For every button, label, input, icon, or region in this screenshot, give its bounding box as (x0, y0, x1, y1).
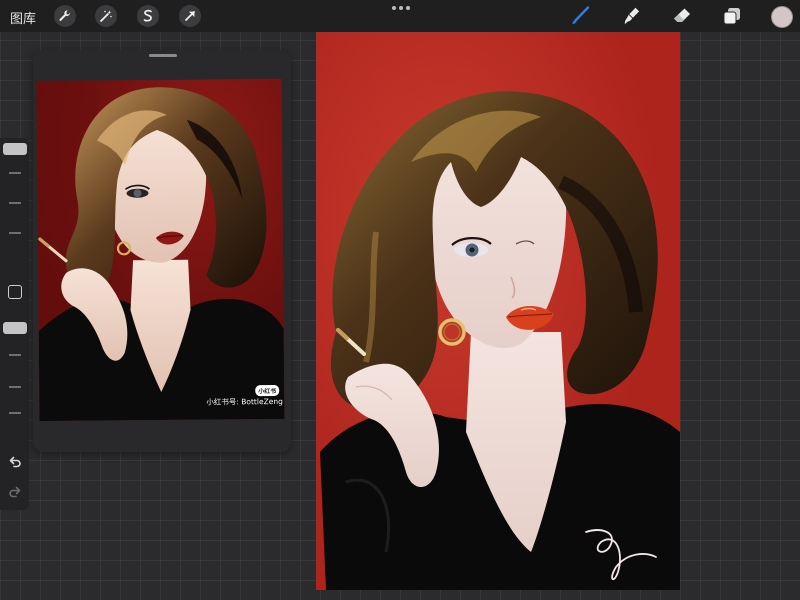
left-sidebar (0, 138, 29, 510)
adjustments-button[interactable] (95, 5, 117, 27)
brush-size-tick (9, 232, 21, 234)
transform-arrow-icon (185, 11, 195, 21)
brush-size-tick (9, 172, 21, 174)
opacity-slider-thumb[interactable] (3, 322, 27, 334)
brush-icon (572, 6, 590, 25)
opacity-tick (9, 412, 21, 414)
watermark-badge: 小红书 (255, 384, 280, 397)
more-options-icon[interactable] (392, 4, 410, 12)
transform-button[interactable] (179, 5, 201, 27)
magic-wand-icon (100, 10, 112, 22)
reference-artwork (36, 78, 285, 422)
wrench-icon (59, 10, 71, 21)
reference-image: 小红书 小红书号: BottleZeng (36, 78, 285, 422)
color-picker-swatch[interactable] (771, 6, 793, 28)
eraser-icon (674, 8, 690, 22)
layers-icon (723, 8, 740, 25)
reference-drag-handle[interactable] (149, 54, 177, 57)
reference-window[interactable]: 小红书 小红书号: BottleZeng (33, 50, 291, 452)
undo-icon (9, 456, 21, 468)
canvas-artwork (316, 32, 680, 590)
actions-wrench-button[interactable] (54, 5, 76, 27)
watermark-text: 小红书号: BottleZeng (206, 396, 283, 407)
brush-size-slider-thumb[interactable] (3, 143, 27, 155)
smudge-tool[interactable] (619, 4, 643, 28)
opacity-tick (9, 386, 21, 388)
brush-tool[interactable] (568, 4, 592, 28)
modify-button[interactable] (8, 285, 22, 299)
redo-icon (9, 486, 21, 498)
brush-size-tick (9, 202, 21, 204)
gallery-button[interactable]: 图库 (10, 8, 36, 27)
selection-button[interactable] (137, 5, 159, 27)
redo-button[interactable] (7, 484, 23, 500)
undo-button[interactable] (7, 454, 23, 470)
opacity-tick (9, 354, 21, 356)
top-toolbar: 图库 (0, 0, 800, 32)
eraser-tool[interactable] (670, 4, 694, 28)
main-canvas[interactable] (316, 32, 680, 590)
layers-tool[interactable] (720, 4, 744, 28)
smudge-icon (624, 7, 640, 25)
selection-icon (143, 9, 152, 22)
